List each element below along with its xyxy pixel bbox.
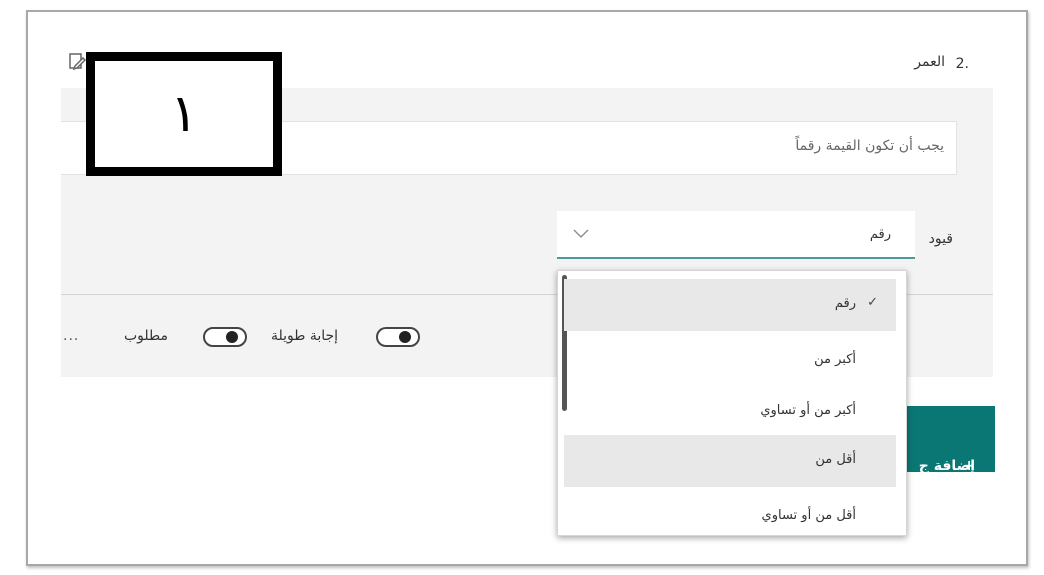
add-question-text: إضافة ج bbox=[918, 458, 975, 474]
dropdown-option-less-equal[interactable]: أقل من أو تساوي bbox=[564, 491, 896, 535]
option-label: أكبر من أو تساوي bbox=[760, 403, 856, 418]
more-options-icon[interactable]: ... bbox=[63, 328, 79, 344]
dropdown-option-less-than[interactable]: أقل من bbox=[564, 435, 896, 487]
option-label: أقل من أو تساوي bbox=[761, 508, 856, 523]
chevron-down-icon bbox=[573, 229, 589, 238]
long-answer-toggle[interactable] bbox=[376, 327, 420, 347]
option-label: رقم bbox=[834, 296, 856, 311]
dropdown-option-greater-equal[interactable]: أكبر من أو تساوي bbox=[564, 386, 896, 438]
option-label: أقل من bbox=[815, 452, 856, 467]
edit-question-icon[interactable] bbox=[66, 51, 88, 73]
add-question-button[interactable]: + إضافة ج bbox=[900, 406, 995, 474]
answer-placeholder: يجب أن تكون القيمة رقماً bbox=[795, 138, 944, 154]
dropdown-option-number[interactable]: ✓ رقم bbox=[564, 279, 896, 331]
question-number: 2. bbox=[955, 56, 969, 72]
restrictions-selected-value: رقم bbox=[869, 227, 891, 242]
required-toggle[interactable] bbox=[203, 327, 247, 347]
checkmark-icon: ✓ bbox=[867, 295, 878, 310]
dropdown-option-greater-than[interactable]: أكبر من bbox=[564, 335, 896, 387]
toggle-knob bbox=[399, 331, 411, 343]
restrictions-label: قيود bbox=[928, 231, 953, 247]
restrictions-dropdown-menu: ✓ رقم أكبر من أكبر من أو تساوي أقل من أق… bbox=[557, 270, 907, 536]
question-title[interactable]: العمر bbox=[914, 54, 945, 70]
option-label: أكبر من bbox=[814, 352, 856, 367]
long-answer-label: إجابة طويلة bbox=[271, 328, 339, 344]
step-number-badge: ١ bbox=[86, 52, 282, 176]
required-label: مطلوب bbox=[124, 328, 169, 344]
toggle-knob bbox=[226, 331, 238, 343]
restrictions-select[interactable]: رقم bbox=[557, 211, 915, 259]
